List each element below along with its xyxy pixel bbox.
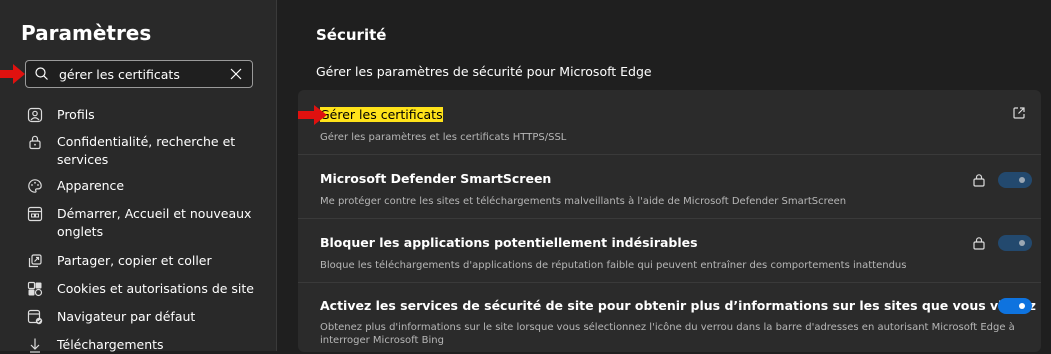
page-title: Sécurité bbox=[316, 26, 387, 44]
settings-card: Gérer les certificats Gérer les paramètr… bbox=[298, 90, 1041, 352]
setting-title: Gérer les certificats bbox=[320, 107, 443, 122]
site-safety-toggle[interactable] bbox=[998, 298, 1032, 314]
sidebar-item-label: Profils bbox=[57, 107, 95, 122]
sidebar-item-profils[interactable]: Profils bbox=[27, 106, 257, 124]
toggle-knob bbox=[1019, 177, 1025, 183]
sidebar-item-navigateur[interactable]: Navigateur par défaut bbox=[27, 308, 257, 326]
profile-icon bbox=[27, 107, 43, 123]
managed-lock-icon bbox=[973, 174, 985, 187]
page-subtitle: Gérer les paramètres de sécurité pour Mi… bbox=[316, 64, 652, 79]
sidebar-item-label: Apparence bbox=[57, 178, 125, 193]
sidebar-item-confidentialite[interactable]: Confidentialité, recherche et services bbox=[27, 133, 257, 169]
sidebar-title: Paramètres bbox=[21, 21, 152, 45]
palette-icon bbox=[28, 179, 42, 193]
cookie-site-icon bbox=[27, 281, 43, 297]
sidebar-item-partager[interactable]: Partager, copier et coller bbox=[27, 252, 257, 270]
sidebar-item-cookies[interactable]: Cookies et autorisations de site bbox=[27, 280, 257, 298]
sidebar-item-demarrer[interactable]: Démarrer, Accueil et nouveaux onglets bbox=[27, 205, 257, 241]
lock-icon bbox=[29, 135, 41, 150]
setting-row-site-safety: Activez les services de sécurité de site… bbox=[298, 283, 1041, 353]
annotation-arrow-icon bbox=[298, 105, 327, 125]
sidebar-item-label: Partager, copier et coller bbox=[57, 253, 212, 268]
highlighted-match: Gérer les certificats bbox=[320, 107, 443, 122]
setting-row-manage-certificates[interactable]: Gérer les certificats Gérer les paramètr… bbox=[298, 90, 1041, 155]
sidebar-item-label: Navigateur par défaut bbox=[57, 309, 196, 324]
sidebar-item-label: Démarrer, Accueil et nouveaux onglets bbox=[57, 206, 252, 239]
clear-search-icon[interactable] bbox=[229, 67, 243, 81]
setting-title: Activez les services de sécurité de site… bbox=[320, 298, 1036, 313]
sidebar-item-label: Téléchargements bbox=[57, 337, 164, 352]
pua-toggle[interactable] bbox=[998, 235, 1032, 251]
setting-description: Me protéger contre les sites et téléchar… bbox=[320, 196, 847, 207]
start-page-icon bbox=[27, 206, 43, 222]
main-content: Sécurité Gérer les paramètres de sécurit… bbox=[277, 0, 1051, 352]
setting-title: Bloquer les applications potentiellement… bbox=[320, 235, 698, 250]
toggle-knob bbox=[1019, 240, 1025, 246]
setting-description: Obtenez plus d'informations sur le site … bbox=[320, 322, 1015, 346]
sidebar-item-label: Confidentialité, recherche et services bbox=[57, 134, 236, 167]
share-icon bbox=[28, 254, 42, 268]
default-browser-icon bbox=[27, 309, 43, 325]
toggle-knob bbox=[1019, 303, 1025, 309]
sidebar-item-apparence[interactable]: Apparence bbox=[27, 177, 257, 195]
setting-title: Microsoft Defender SmartScreen bbox=[320, 171, 552, 186]
setting-description: Gérer les paramètres et les certificats … bbox=[320, 132, 567, 143]
annotation-arrow-icon bbox=[0, 64, 25, 84]
sidebar-item-label: Cookies et autorisations de site bbox=[57, 281, 254, 296]
setting-row-smartscreen: Microsoft Defender SmartScreen Me protég… bbox=[298, 155, 1041, 219]
smartscreen-toggle[interactable] bbox=[998, 172, 1032, 188]
search-icon bbox=[35, 67, 48, 80]
setting-description: Bloque les téléchargements d'application… bbox=[320, 260, 907, 271]
sidebar: Paramètres gérer les certificats Profils bbox=[0, 0, 277, 354]
search-box[interactable]: gérer les certificats bbox=[25, 60, 253, 88]
sidebar-item-telechargements[interactable]: Téléchargements bbox=[27, 336, 257, 354]
search-input[interactable]: gérer les certificats bbox=[59, 67, 229, 82]
managed-lock-icon bbox=[973, 237, 985, 250]
external-link-icon[interactable] bbox=[1012, 106, 1026, 120]
setting-row-pua: Bloquer les applications potentiellement… bbox=[298, 219, 1041, 283]
